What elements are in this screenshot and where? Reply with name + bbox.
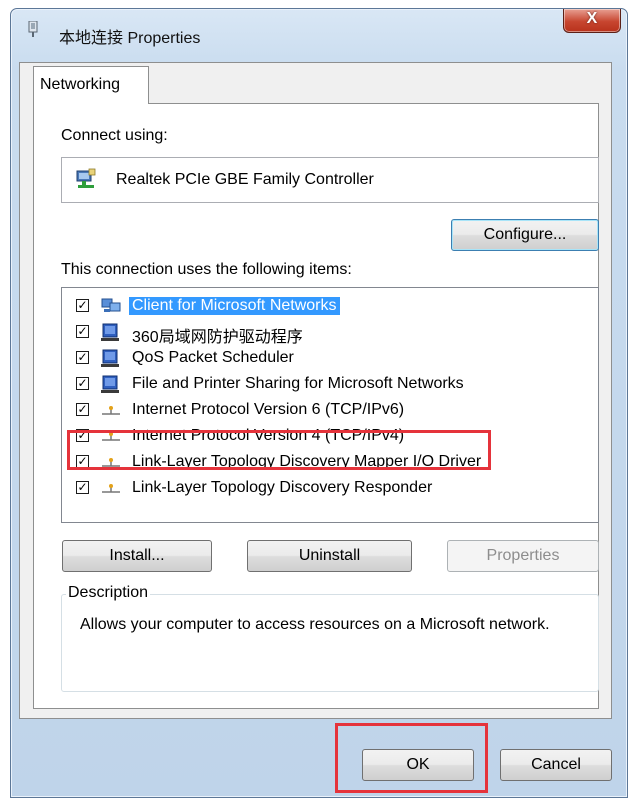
service-icon <box>101 349 119 367</box>
highlight-ok-annotation <box>335 723 488 793</box>
protocol-icon <box>102 484 120 493</box>
description-legend: Description <box>66 584 151 602</box>
item-label: Internet Protocol Version 6 (TCP/IPv6) <box>132 401 405 418</box>
configure-button[interactable]: Configure... <box>451 219 599 251</box>
protocol-icon <box>102 406 120 415</box>
list-item-qos-packet-scheduler[interactable]: ✓ QoS Packet Scheduler <box>62 346 598 372</box>
service-icon <box>101 323 119 341</box>
list-item-lltd-responder[interactable]: ✓ Link-Layer Topology Discovery Responde… <box>62 476 598 502</box>
network-connection-icon <box>28 21 38 37</box>
description-text: Allows your computer to access resources… <box>80 616 550 633</box>
list-item-file-and-printer-sharing[interactable]: ✓ File and Printer Sharing for Microsoft… <box>62 372 598 398</box>
cancel-button[interactable]: Cancel <box>500 749 612 781</box>
window-title: 本地连接 Properties <box>59 30 201 47</box>
item-label: File and Printer Sharing for Microsoft N… <box>132 375 464 392</box>
description-group <box>61 594 599 692</box>
service-icon <box>101 375 119 393</box>
list-item-360-driver[interactable]: ✓ 360局域网防护驱动程序 <box>62 320 598 346</box>
checkbox[interactable]: ✓ <box>76 403 89 416</box>
title-bar[interactable]: 本地连接 Properties X <box>11 9 627 49</box>
item-label: 360局域网防护驱动程序 <box>132 329 303 346</box>
properties-button[interactable]: Properties <box>447 540 599 572</box>
connect-using-label: Connect using: <box>61 127 168 144</box>
adapter-name: Realtek PCIe GBE Family Controller <box>116 171 374 188</box>
uninstall-button[interactable]: Uninstall <box>247 540 412 572</box>
network-client-icon <box>101 298 121 312</box>
adapter-field: Realtek PCIe GBE Family Controller <box>61 157 599 203</box>
item-label: Client for Microsoft Networks <box>129 297 340 315</box>
item-label: Link-Layer Topology Discovery Responder <box>132 479 433 496</box>
cropped-caption-text <box>0 0 638 8</box>
close-button[interactable]: X <box>563 9 621 33</box>
list-item-ipv6[interactable]: ✓ Internet Protocol Version 6 (TCP/IPv6) <box>62 398 598 424</box>
tab-networking[interactable]: Networking <box>33 66 149 104</box>
close-icon: X <box>586 10 598 27</box>
network-adapter-icon <box>76 168 96 188</box>
checkbox[interactable]: ✓ <box>76 351 89 364</box>
checkbox[interactable]: ✓ <box>76 377 89 390</box>
items-list[interactable]: ✓ Client for Microsoft Networks ✓ 360局域网… <box>61 287 599 523</box>
tab-networking-label: Networking <box>40 76 121 93</box>
items-label: This connection uses the following items… <box>61 261 352 278</box>
checkbox[interactable]: ✓ <box>76 299 89 312</box>
checkbox[interactable]: ✓ <box>76 481 89 494</box>
highlight-ipv4-annotation <box>67 430 491 470</box>
install-button[interactable]: Install... <box>62 540 212 572</box>
checkbox[interactable]: ✓ <box>76 325 89 338</box>
item-label: QoS Packet Scheduler <box>132 349 294 366</box>
list-item-client-for-microsoft-networks[interactable]: ✓ Client for Microsoft Networks <box>62 294 598 320</box>
